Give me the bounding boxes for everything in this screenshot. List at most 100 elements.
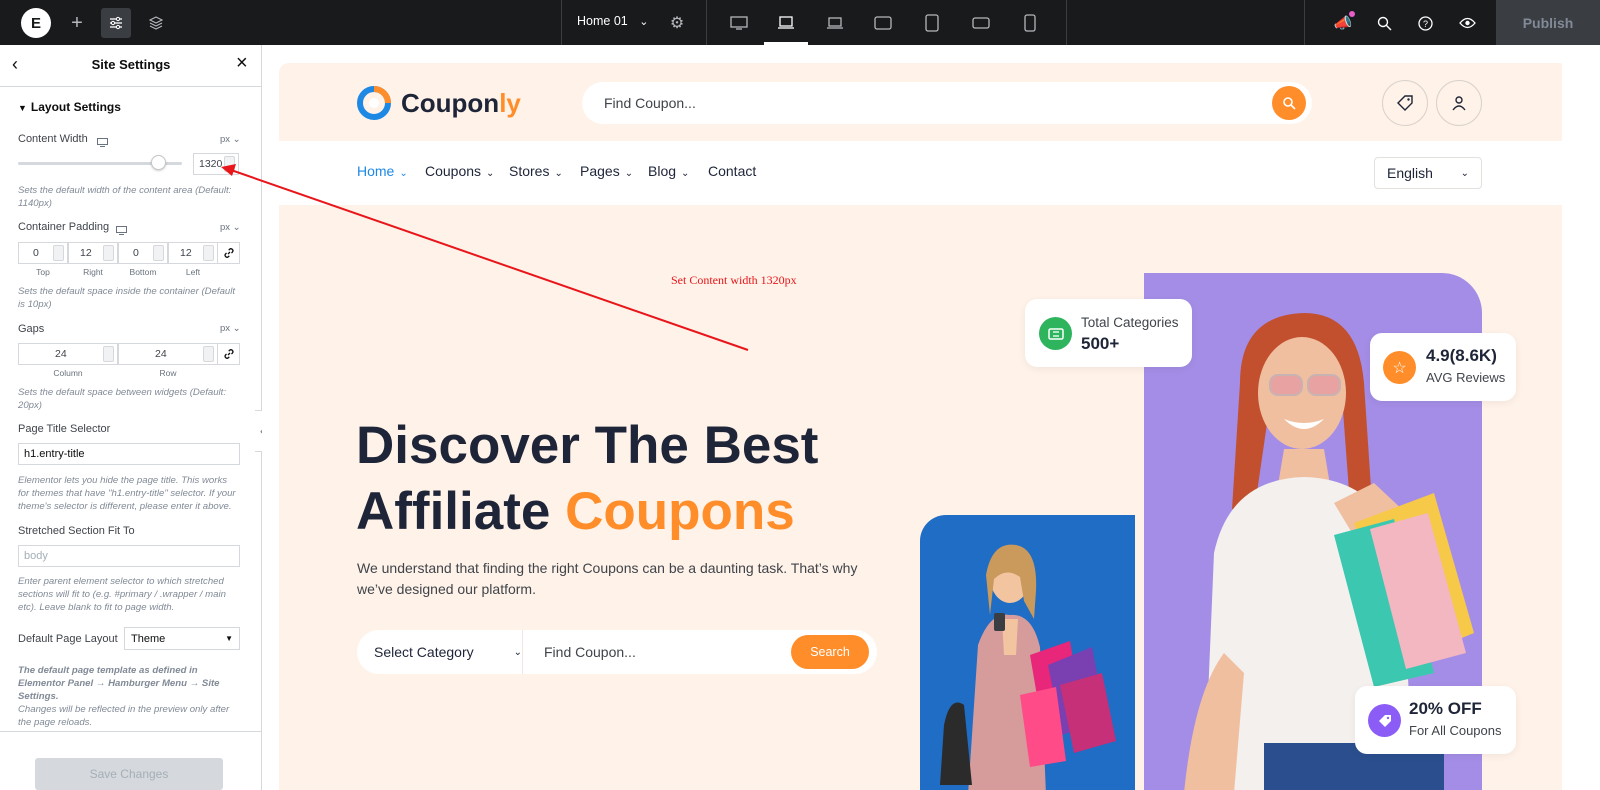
notifications-icon[interactable]: 📣 (1328, 8, 1358, 38)
chevron-down-icon: ⌄ (681, 168, 690, 179)
search-icon[interactable] (1369, 8, 1399, 38)
nav-item-contact[interactable]: Contact (708, 163, 756, 179)
page-name-dropdown[interactable]: Home 01 ⌄ (577, 14, 648, 28)
coupon-tag-icon[interactable] (1382, 80, 1428, 126)
elementor-logo[interactable]: E (21, 8, 51, 38)
divider (1066, 0, 1067, 45)
stepper-icon[interactable] (153, 245, 164, 261)
chevron-down-icon: ⌄ (639, 16, 649, 28)
panel-divider (0, 86, 262, 87)
unit-selector[interactable]: px ⌄ (220, 323, 241, 334)
unit-selector[interactable]: px ⌄ (220, 134, 241, 145)
stat-value: 500+ (1081, 334, 1120, 353)
gaps-help: Sets the default space between widgets (… (18, 387, 226, 411)
chevron-down-icon: ⌄ (554, 168, 563, 179)
link-values-icon[interactable] (217, 242, 240, 264)
canvas-scrollbar[interactable] (1562, 45, 1600, 790)
user-account-icon[interactable] (1436, 80, 1482, 126)
nav-item-blog[interactable]: Blog ⌄ (648, 163, 689, 179)
default-page-layout-label: Default Page Layout (18, 633, 118, 645)
divider (706, 0, 707, 45)
language-select[interactable]: English ⌄ (1374, 157, 1482, 189)
padding-bottom-input[interactable]: 0 (118, 242, 168, 264)
stepper-icon[interactable] (203, 346, 214, 362)
responsive-desktop-icon[interactable] (116, 222, 127, 240)
stepper-icon[interactable] (224, 156, 235, 172)
desktop-icon[interactable] (724, 8, 754, 38)
divider (1304, 0, 1305, 45)
container-padding-label: Container Padding (18, 221, 110, 233)
gap-row-input[interactable]: 24 (118, 343, 218, 365)
chevron-down-icon: ⌄ (1460, 167, 1469, 179)
header-search-placeholder: Find Coupon... (604, 95, 696, 111)
nav-item-pages[interactable]: Pages ⌄ (580, 163, 633, 179)
page-title-selector-input[interactable]: h1.entry-title (18, 443, 240, 465)
stat-label: Total Categories (1081, 315, 1179, 330)
site-settings-panel: ‹ Site Settings × ▼ Layout Settings Conte… (0, 45, 270, 790)
publish-button[interactable]: Publish (1496, 0, 1600, 45)
settings-sliders-icon[interactable] (101, 8, 131, 38)
nav-item-stores[interactable]: Stores ⌄ (509, 163, 563, 179)
laptop-small-icon[interactable] (820, 8, 850, 38)
add-icon[interactable]: + (62, 8, 92, 38)
logo-text: Couponly (401, 88, 521, 119)
gear-icon[interactable]: ⚙ (662, 8, 692, 38)
stepper-icon[interactable] (103, 245, 114, 261)
nav-item-coupons[interactable]: Coupons ⌄ (425, 163, 494, 179)
site-logo[interactable]: Couponly (357, 85, 521, 121)
woman-with-bags-illustration (940, 544, 1116, 790)
unit-selector[interactable]: px ⌄ (220, 222, 241, 233)
hero-search-button[interactable]: Search (791, 635, 869, 669)
language-value: English (1387, 165, 1433, 181)
annotation-text: Set Content width 1320px (671, 273, 797, 287)
header-search-input[interactable]: Find Coupon... (582, 82, 1312, 124)
padding-right-input[interactable]: 12 (68, 242, 118, 264)
ticket-icon (1039, 317, 1072, 350)
svg-text:?: ? (1422, 19, 1427, 29)
close-icon[interactable]: × (236, 52, 248, 75)
nav-label: Home (357, 163, 395, 179)
padding-top-input[interactable]: 0 (18, 242, 68, 264)
category-select[interactable]: Select Category ⌄ (374, 630, 522, 674)
logo-text-accent: ly (499, 87, 521, 118)
stepper-icon[interactable] (203, 245, 214, 261)
container-padding-help: Sets the default space inside the contai… (18, 286, 236, 310)
padding-top-value: 0 (33, 247, 39, 259)
search-button-icon[interactable] (1272, 86, 1306, 120)
preview-eye-icon[interactable] (1452, 8, 1482, 38)
default-page-layout-help: The default page template as defined in … (18, 665, 220, 702)
mobile-landscape-icon[interactable] (966, 8, 996, 38)
content-width-help: Sets the default width of the content ar… (18, 185, 232, 209)
site-preview: Couponly Find Coupon... Home ⌄ Coupons ⌄ S… (279, 63, 1569, 790)
section-title: Layout Settings (30, 100, 121, 114)
default-page-layout-select[interactable]: Theme ▼ (124, 627, 240, 650)
stretched-section-input[interactable]: body (18, 545, 240, 567)
stat-value: 20% OFF (1409, 699, 1482, 718)
link-values-icon[interactable] (217, 343, 240, 365)
mobile-portrait-icon[interactable] (1015, 8, 1045, 38)
tablet-landscape-icon[interactable] (868, 8, 898, 38)
layout-settings-toggle[interactable]: ▼ Layout Settings (18, 100, 121, 114)
stepper-icon[interactable] (103, 346, 114, 362)
laptop-icon[interactable] (771, 8, 801, 38)
reload-note: Changes will be reflected in the preview… (18, 704, 230, 728)
padding-left-input[interactable]: 12 (168, 242, 218, 264)
hero-title-accent: Coupons (565, 482, 795, 541)
hero-small-photo (920, 515, 1135, 790)
panel-title: Site Settings (91, 57, 171, 72)
nav-item-home[interactable]: Home ⌄ (357, 163, 408, 179)
hero-title-line1: Discover The Best (356, 416, 819, 475)
hero-find-input[interactable]: Find Coupon... (544, 630, 774, 674)
page-title-selector-label: Page Title Selector (18, 423, 111, 435)
caret-down-icon: ▼ (18, 103, 27, 113)
content-width-label: Content Width (18, 133, 88, 145)
content-width-slider-handle[interactable] (151, 155, 166, 170)
gap-column-input[interactable]: 24 (18, 343, 118, 365)
save-changes-button[interactable]: Save Changes (35, 758, 223, 790)
layers-icon[interactable] (141, 8, 171, 38)
tablet-portrait-icon[interactable] (917, 8, 947, 38)
responsive-desktop-icon[interactable] (97, 134, 108, 152)
content-width-input[interactable]: 1320 (193, 153, 239, 175)
help-icon[interactable]: ? (1410, 8, 1440, 38)
stepper-icon[interactable] (53, 245, 64, 261)
